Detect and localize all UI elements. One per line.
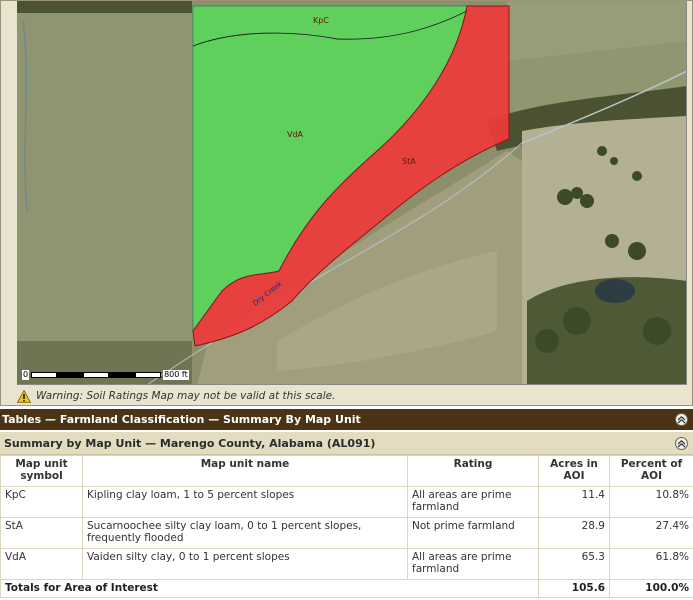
cell-percent: 27.4% — [609, 517, 693, 549]
totals-percent: 100.0% — [609, 579, 693, 598]
scale-bar: 0 800 ft — [22, 369, 189, 381]
cell-symbol: VdA — [0, 548, 83, 580]
table-header-row: Map unit symbol Map unit name Rating Acr… — [0, 455, 693, 487]
cell-name: Vaiden silty clay, 0 to 1 percent slopes — [82, 548, 408, 580]
totals-row: Totals for Area of Interest 105.6 100.0% — [0, 579, 693, 598]
collapse-summary-button[interactable] — [675, 437, 688, 450]
sta-map-label: StA — [402, 157, 416, 166]
scale-zero-label: 0 — [22, 370, 30, 380]
cell-acres: 28.9 — [538, 517, 610, 549]
summary-table: Map unit symbol Map unit name Rating Acr… — [0, 455, 693, 598]
table-row: StA Sucarnoochee silty clay loam, 0 to 1… — [0, 517, 693, 549]
column-header-symbol: Map unit symbol — [0, 455, 83, 487]
cell-rating: Not prime farmland — [407, 517, 539, 549]
map-warning: Warning: Soil Ratings Map may not be val… — [17, 388, 335, 404]
column-header-percent: Percent of AOI — [609, 455, 693, 487]
kpc-map-label: KpC — [313, 16, 329, 25]
cell-acres: 11.4 — [538, 486, 610, 518]
cell-percent: 61.8% — [609, 548, 693, 580]
column-header-acres: Acres in AOI — [538, 455, 610, 487]
map-panel: KpC VdA StA Dry Creek 0 800 ft Warning: … — [0, 0, 693, 406]
scale-max-label: 800 ft — [163, 370, 189, 380]
collapse-tables-button[interactable] — [675, 413, 688, 426]
chevron-up-icon — [677, 439, 686, 448]
cell-symbol: StA — [0, 517, 83, 549]
chevron-up-icon — [677, 415, 686, 424]
warning-text: Warning: Soil Ratings Map may not be val… — [36, 390, 336, 402]
warning-icon — [17, 389, 31, 403]
table-row: VdA Vaiden silty clay, 0 to 1 percent sl… — [0, 548, 693, 580]
soil-map[interactable]: KpC VdA StA Dry Creek — [17, 1, 687, 385]
cell-name: Sucarnoochee silty clay loam, 0 to 1 per… — [82, 517, 408, 549]
cell-rating: All areas are prime farmland — [407, 486, 539, 518]
table-row: KpC Kipling clay loam, 1 to 5 percent sl… — [0, 486, 693, 518]
summary-section-header: Summary by Map Unit — Marengo County, Al… — [0, 432, 693, 455]
column-header-rating: Rating — [407, 455, 539, 487]
cell-symbol: KpC — [0, 486, 83, 518]
tables-panel-header: Tables — Farmland Classification — Summa… — [0, 409, 693, 430]
cell-name: Kipling clay loam, 1 to 5 percent slopes — [82, 486, 408, 518]
cell-percent: 10.8% — [609, 486, 693, 518]
totals-label: Totals for Area of Interest — [0, 579, 539, 598]
tables-panel-title: Tables — Farmland Classification — Summa… — [2, 413, 361, 426]
pond — [595, 279, 635, 303]
summary-title: Summary by Map Unit — Marengo County, Al… — [4, 436, 376, 450]
cell-acres: 65.3 — [538, 548, 610, 580]
left-field — [17, 13, 192, 343]
totals-acres: 105.6 — [538, 579, 610, 598]
column-header-name: Map unit name — [82, 455, 408, 487]
cell-rating: All areas are prime farmland — [407, 548, 539, 580]
vda-map-label: VdA — [287, 130, 304, 139]
